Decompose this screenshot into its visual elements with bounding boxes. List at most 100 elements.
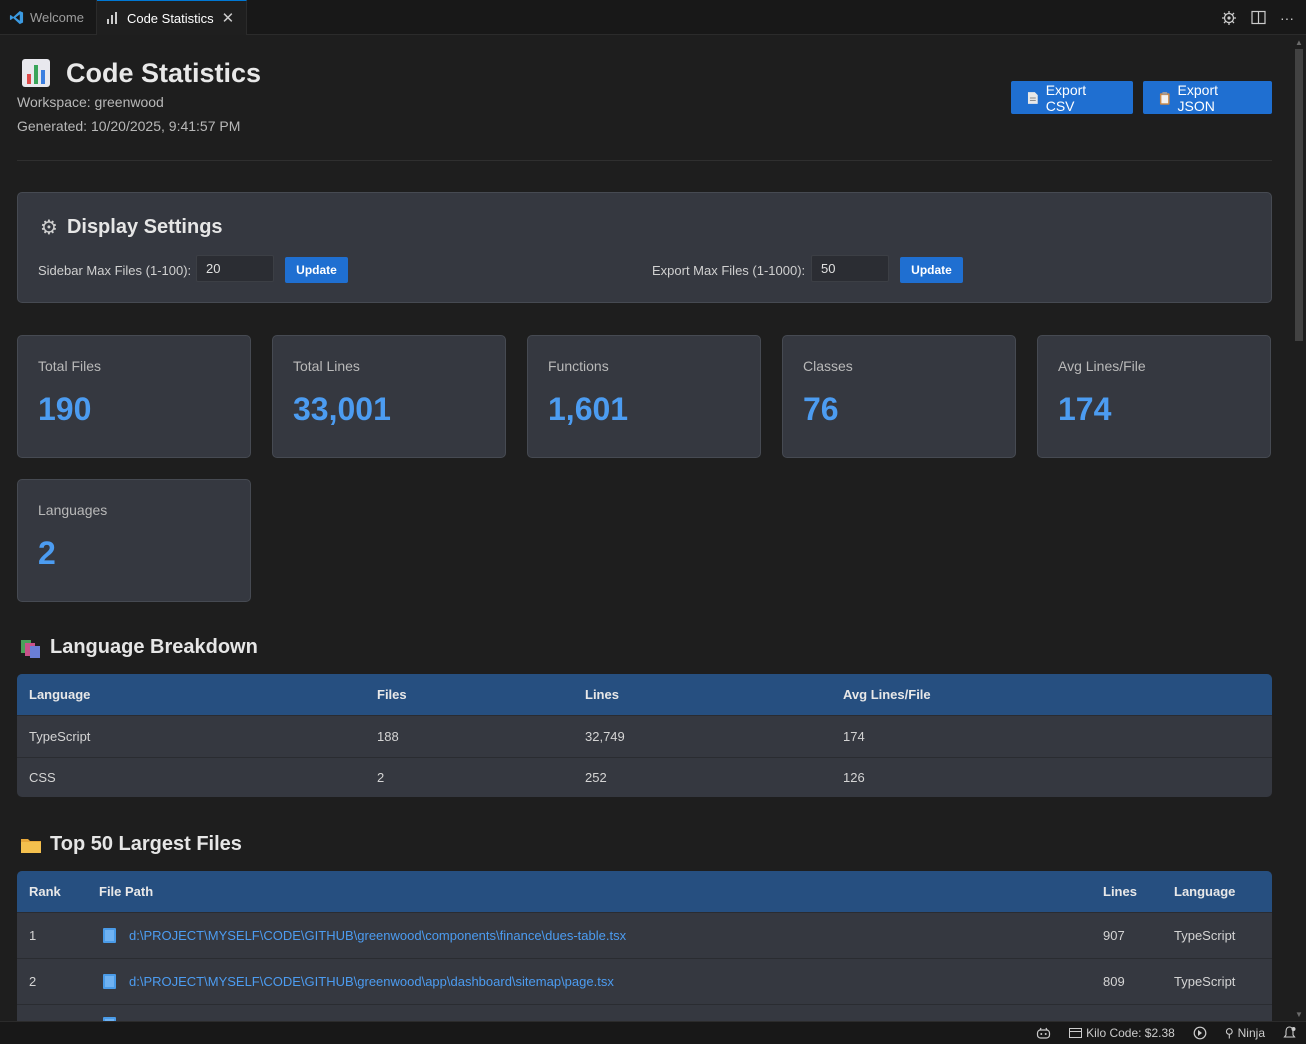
lines-cell: 809 bbox=[1103, 974, 1125, 989]
column-header: Files bbox=[377, 687, 407, 702]
tab-welcome[interactable]: Welcome bbox=[0, 0, 97, 35]
file-path-cell: d:\PROJECT\MYSELF\CODE\GITHUB\greenwood\… bbox=[103, 959, 614, 1004]
file-path-link[interactable]: d:\PROJECT\MYSELF\CODE\GITHUB\greenwood\… bbox=[129, 928, 626, 943]
folder-icon bbox=[21, 838, 41, 853]
column-header: Lines bbox=[585, 687, 619, 702]
stat-value: 190 bbox=[38, 391, 92, 427]
display-settings-panel: ⚙ Display Settings Sidebar Max Files (1-… bbox=[17, 192, 1272, 303]
table-cell: CSS bbox=[29, 770, 56, 785]
export-max-files-input[interactable]: 50 bbox=[811, 255, 889, 282]
stat-label: Functions bbox=[548, 358, 609, 374]
file-path-cell bbox=[103, 1005, 129, 1021]
column-header: Avg Lines/File bbox=[843, 687, 931, 702]
workspace-label: Workspace: greenwood bbox=[17, 94, 164, 110]
stat-label: Total Files bbox=[38, 358, 102, 374]
clipboard-icon bbox=[1159, 91, 1170, 105]
file-path-link[interactable]: d:\PROJECT\MYSELF\CODE\GITHUB\greenwood\… bbox=[129, 974, 614, 989]
table-cell: TypeScript bbox=[29, 729, 91, 744]
stat-label: Total Lines bbox=[293, 358, 360, 374]
books-icon bbox=[21, 639, 40, 658]
stat-card-functions: Functions 1,601 bbox=[527, 335, 761, 458]
table-cell: 32,749 bbox=[585, 729, 625, 744]
table-header: Rank File Path Lines Language bbox=[17, 871, 1272, 912]
stat-label: Classes bbox=[803, 358, 853, 374]
stat-card-total-files: Total Files 190 bbox=[17, 335, 251, 458]
notifications-bell-icon[interactable] bbox=[1283, 1026, 1296, 1040]
page-title: Code Statistics bbox=[66, 57, 262, 88]
vscode-logo-icon bbox=[8, 10, 24, 26]
codeium-icon[interactable] bbox=[1193, 1026, 1207, 1040]
largest-files-table: Rank File Path Lines Language 1 d:\PROJE… bbox=[17, 871, 1272, 1021]
table-header: Language Files Lines Avg Lines/File bbox=[17, 674, 1272, 715]
ninja-status[interactable]: ⚲ Ninja bbox=[1225, 1026, 1265, 1040]
table-row: CSS 2 252 126 bbox=[17, 757, 1272, 797]
table-cell: 252 bbox=[585, 770, 607, 785]
stat-label: Avg Lines/File bbox=[1058, 358, 1146, 374]
stat-card-classes: Classes 76 bbox=[782, 335, 1016, 458]
export-update-button[interactable]: Update bbox=[900, 257, 963, 283]
export-json-button[interactable]: Export JSON bbox=[1143, 81, 1272, 114]
status-bar: Kilo Code: $2.38 ⚲ Ninja bbox=[0, 1021, 1306, 1044]
more-actions-icon[interactable]: ··· bbox=[1280, 10, 1294, 26]
generated-timestamp: Generated: 10/20/2025, 9:41:57 PM bbox=[17, 118, 241, 134]
file-icon bbox=[103, 928, 116, 943]
export-csv-button[interactable]: Export CSV bbox=[1011, 81, 1133, 114]
stat-value: 1,601 bbox=[548, 391, 629, 427]
table-cell: 126 bbox=[843, 770, 865, 785]
tab-label: Code Statistics bbox=[126, 10, 214, 26]
file-icon bbox=[103, 974, 116, 989]
table-cell: 188 bbox=[377, 729, 399, 744]
page-header: Code Statistics bbox=[17, 57, 261, 89]
stat-label: Languages bbox=[38, 502, 108, 518]
language-cell: TypeScript bbox=[1174, 974, 1236, 989]
stat-value: 33,001 bbox=[293, 391, 391, 427]
sidebar-update-button[interactable]: Update bbox=[285, 257, 348, 283]
editor-tab-bar: Welcome Code Statistics ✕ ··· bbox=[0, 0, 1306, 35]
split-editor-icon[interactable] bbox=[1251, 10, 1266, 25]
language-breakdown-heading: Language Breakdown bbox=[20, 636, 258, 659]
table-row-partial bbox=[17, 1004, 1272, 1021]
rank-cell: 2 bbox=[29, 974, 37, 989]
stat-card-avg-lines: Avg Lines/File 174 bbox=[1037, 335, 1271, 458]
vertical-scrollbar[interactable]: ▲ ▼ bbox=[1292, 35, 1306, 1021]
column-header: Language bbox=[29, 687, 91, 702]
tab-label: Welcome bbox=[30, 10, 84, 25]
language-cell: TypeScript bbox=[1174, 928, 1236, 943]
bar-chart-icon bbox=[105, 10, 121, 26]
column-header: Lines bbox=[1103, 884, 1137, 899]
copilot-icon[interactable] bbox=[1036, 1027, 1051, 1040]
table-row: 1 d:\PROJECT\MYSELF\CODE\GITHUB\greenwoo… bbox=[17, 912, 1272, 958]
tab-code-statistics[interactable]: Code Statistics ✕ bbox=[96, 0, 248, 35]
debug-gear-icon[interactable] bbox=[1221, 10, 1237, 26]
sidebar-max-files-label: Sidebar Max Files (1-100): bbox=[38, 263, 192, 278]
bar-chart-emoji-icon bbox=[22, 59, 50, 87]
table-row: 2 d:\PROJECT\MYSELF\CODE\GITHUB\greenwoo… bbox=[17, 958, 1272, 1004]
column-header: Rank bbox=[29, 884, 61, 899]
kilo-code-status[interactable]: Kilo Code: $2.38 bbox=[1069, 1026, 1175, 1040]
table-cell: 2 bbox=[377, 770, 385, 785]
editor-actions: ··· bbox=[1221, 0, 1294, 35]
gear-icon: ⚙ bbox=[40, 217, 58, 239]
webview-content: Code Statistics Workspace: greenwood Gen… bbox=[0, 35, 1292, 1021]
file-path-cell: d:\PROJECT\MYSELF\CODE\GITHUB\greenwood\… bbox=[103, 913, 626, 958]
stat-value: 76 bbox=[803, 391, 839, 427]
scroll-up-icon[interactable]: ▲ bbox=[1295, 38, 1303, 47]
display-settings-heading: ⚙ Display Settings bbox=[40, 216, 223, 239]
document-icon bbox=[1027, 91, 1038, 104]
rank-cell: 1 bbox=[29, 928, 37, 943]
stat-value: 2 bbox=[38, 535, 56, 571]
column-header: File Path bbox=[99, 884, 154, 899]
divider bbox=[17, 160, 1272, 161]
column-header: Language bbox=[1174, 884, 1236, 899]
lines-cell: 907 bbox=[1103, 928, 1125, 943]
export-csv-label: Export CSV bbox=[1045, 81, 1087, 114]
close-icon[interactable]: ✕ bbox=[222, 9, 235, 27]
language-breakdown-table: Language Files Lines Avg Lines/File Type… bbox=[17, 674, 1272, 797]
largest-files-heading: Top 50 Largest Files bbox=[20, 833, 242, 856]
scroll-down-icon[interactable]: ▼ bbox=[1295, 1010, 1303, 1019]
stat-value: 174 bbox=[1058, 391, 1112, 427]
export-json-label: Export JSON bbox=[1177, 81, 1218, 114]
rocket-icon: ⚲ bbox=[1224, 1026, 1234, 1040]
sidebar-max-files-input[interactable]: 20 bbox=[196, 255, 274, 282]
scrollbar-thumb[interactable] bbox=[1295, 49, 1303, 341]
